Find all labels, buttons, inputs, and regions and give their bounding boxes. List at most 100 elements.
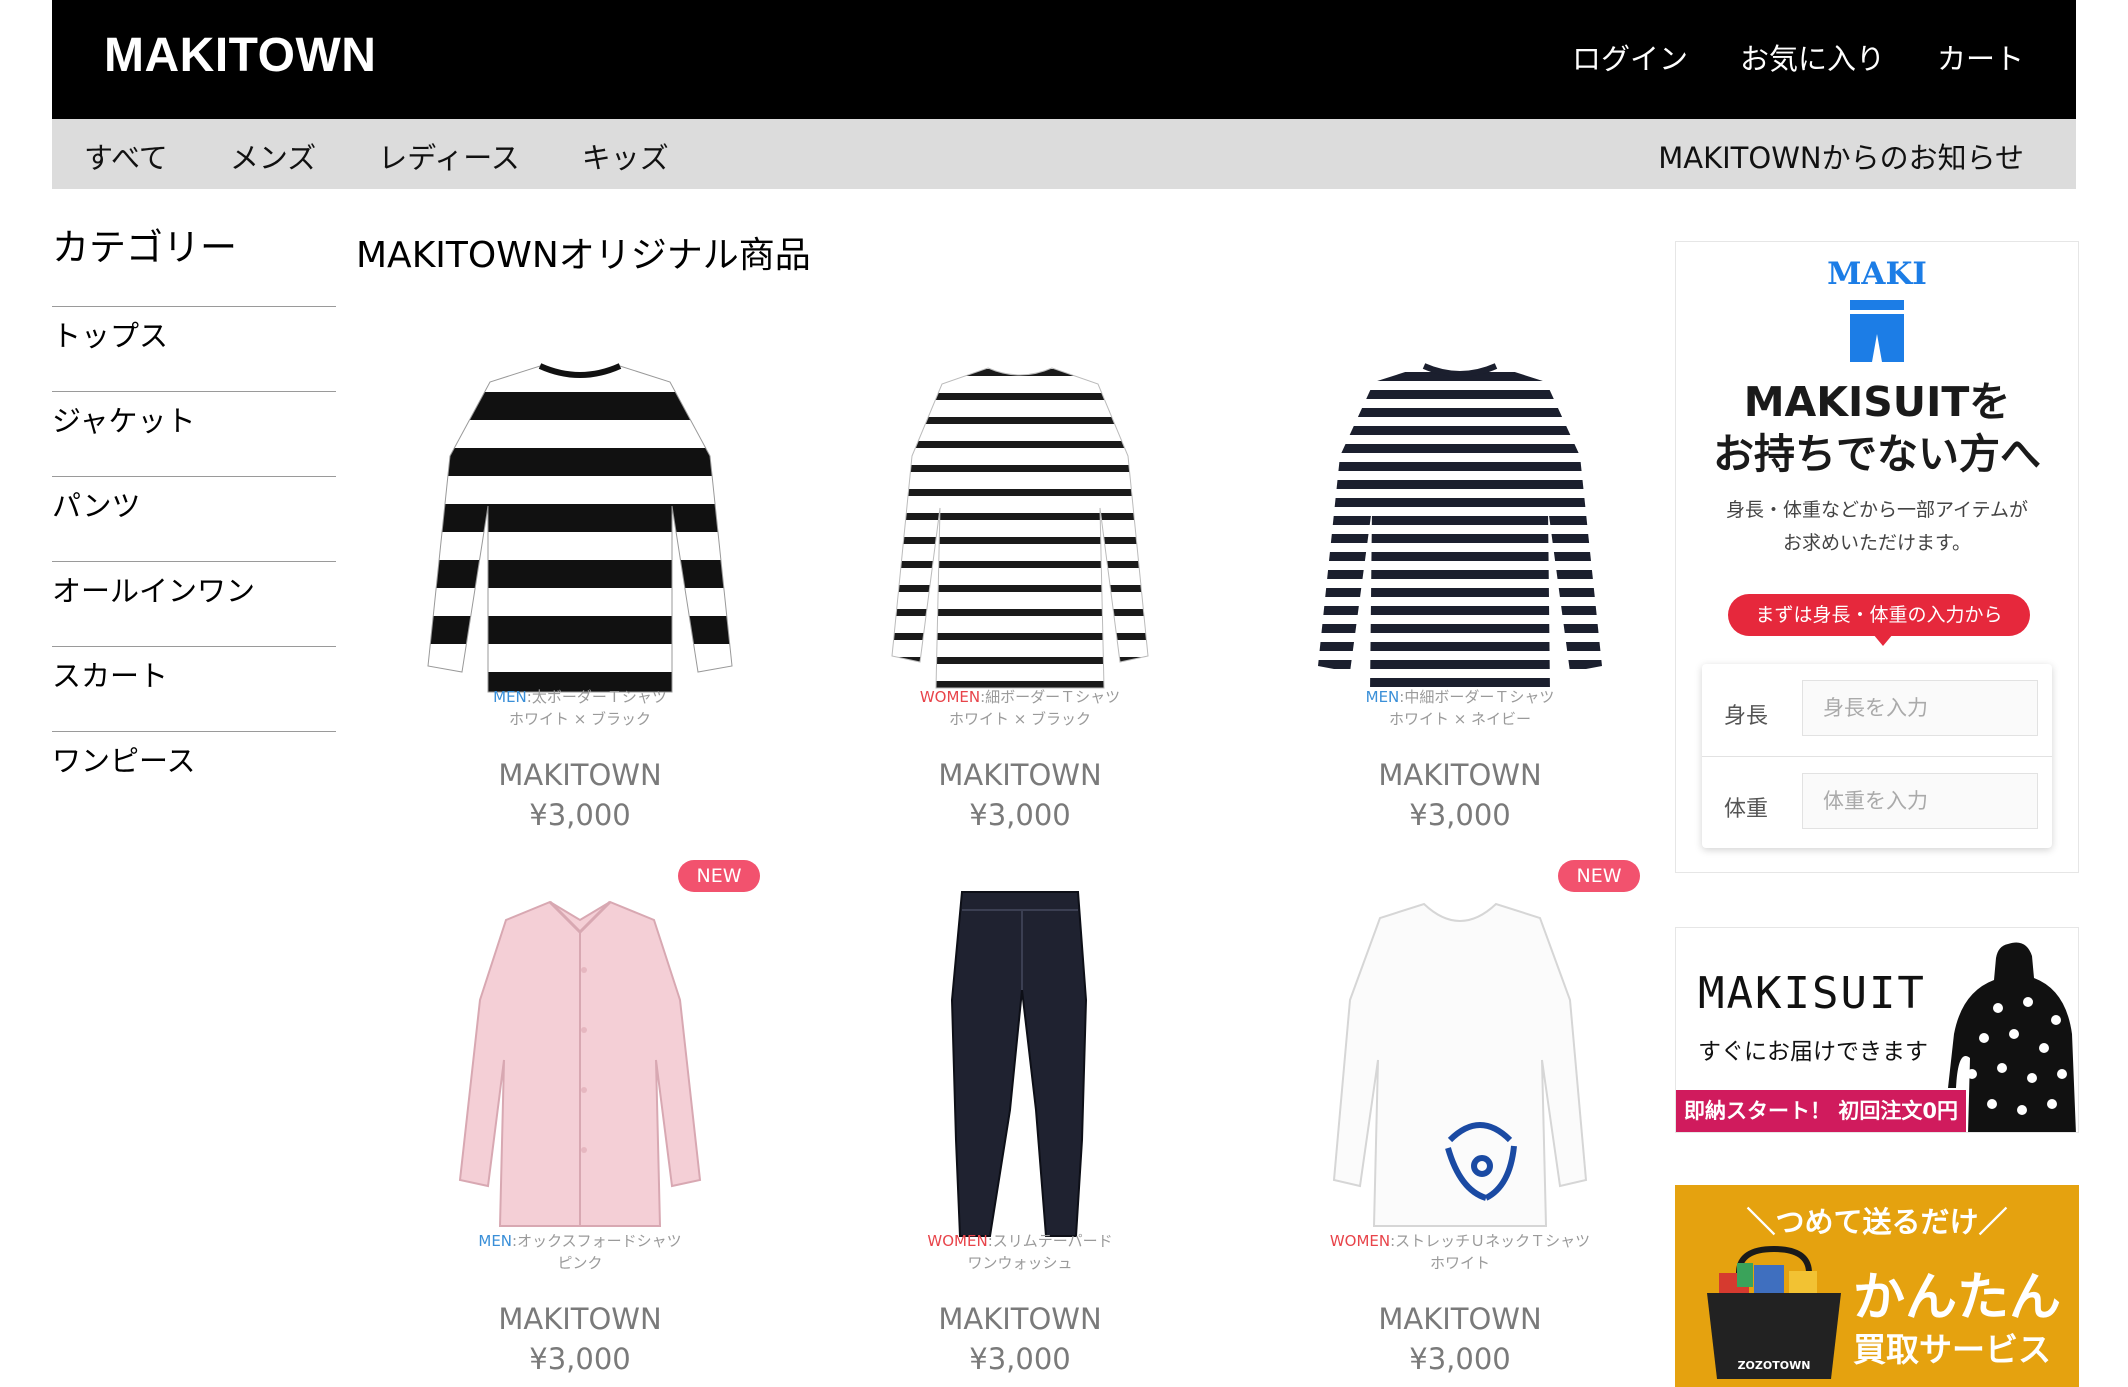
- product-image-medium-border-tee[interactable]: [1290, 336, 1630, 700]
- promo-band: 即納スタート！ 初回注文0円: [1676, 1090, 1966, 1132]
- cart-link[interactable]: カート: [1937, 36, 2024, 78]
- makisuit-sizing-banner[interactable]: MAKI MAKISUITを お持ちでない方へ 身長・体重などから一部アイテムが…: [1675, 241, 2079, 873]
- height-label: 身長: [1724, 704, 1769, 729]
- product-price: ¥3,000: [529, 1342, 631, 1376]
- product-name: :スリムテーパード: [987, 1232, 1113, 1250]
- product-brand: MAKITOWN: [498, 1302, 662, 1336]
- product-brand: MAKITOWN: [938, 758, 1102, 792]
- product-color: ホワイト × ネイビー: [1388, 710, 1532, 728]
- product-brand: MAKITOWN: [938, 1302, 1102, 1336]
- dotted-suit-model-image: [1948, 942, 2076, 1132]
- page-title: MAKITOWNオリジナル商品: [356, 235, 811, 276]
- product-brand: MAKITOWN: [1378, 758, 1542, 792]
- sidebar-title: カテゴリー: [52, 226, 237, 269]
- product-name: :ストレッチＵネックＴシャツ: [1390, 1232, 1591, 1250]
- product-caption: MEN:太ボーダーＴシャツ ホワイト × ブラック: [360, 686, 800, 730]
- product-name: :太ボーダーＴシャツ: [526, 688, 667, 706]
- product-card[interactable]: WOMEN:スリムテーパード ワンウォッシュ MAKITOWN ¥3,000: [800, 862, 1240, 1384]
- gender-label: WOMEN: [927, 1232, 988, 1250]
- banner-title-line1: MAKISUITを: [1743, 378, 2011, 426]
- product-brand: MAKITOWN: [498, 758, 662, 792]
- product-price: ¥3,000: [969, 798, 1071, 832]
- product-card[interactable]: WOMEN:細ボーダーＴシャツ ホワイト × ブラック MAKITOWN ¥3,…: [800, 318, 1240, 862]
- banner-description: 身長・体重などから一部アイテムが お求めいただけます。: [1676, 494, 2078, 560]
- banner-desc-line1: 身長・体重などから一部アイテムが: [1725, 499, 2029, 521]
- category-item-allinone[interactable]: オールインワン: [52, 561, 336, 646]
- product-grid: MEN:太ボーダーＴシャツ ホワイト × ブラック MAKITOWN ¥3,00…: [360, 318, 1680, 1384]
- product-card[interactable]: MEN:中細ボーダーＴシャツ ホワイト × ネイビー MAKITOWN ¥3,0…: [1240, 318, 1680, 862]
- product-name: :中細ボーダーＴシャツ: [1399, 688, 1555, 706]
- login-link[interactable]: ログイン: [1572, 36, 1688, 78]
- product-name: :細ボーダーＴシャツ: [980, 688, 1121, 706]
- product-color: ワンウォッシュ: [967, 1254, 1073, 1272]
- makisuit-logo: MAKISUIT: [1698, 968, 1926, 1019]
- weight-row: 体重 体重を入力: [1702, 756, 2052, 847]
- category-nav: すべて メンズ レディース キッズ MAKITOWNからのお知らせ: [52, 119, 2076, 189]
- bag-label: ZOZOTOWN: [1738, 1359, 1811, 1372]
- category-item-tops[interactable]: トップス: [52, 306, 336, 391]
- product-color: ホワイト × ブラック: [948, 710, 1092, 728]
- height-row: 身長 身長を入力: [1702, 664, 2052, 754]
- buyback-headline: ＼つめて送るだけ／: [1746, 1205, 2008, 1239]
- buyback-main-text: かんたん: [1853, 1268, 2062, 1328]
- product-caption: MEN:中細ボーダーＴシャツ ホワイト × ネイビー: [1240, 686, 1680, 730]
- product-caption: MEN:オックスフォードシャツ ピンク: [360, 1230, 800, 1274]
- nav-all[interactable]: すべて: [84, 135, 168, 177]
- product-color: ホワイト × ブラック: [508, 710, 652, 728]
- site-logo[interactable]: MAKITOWN: [104, 28, 376, 83]
- product-card[interactable]: NEW WOMEN:ストレッチＵネックＴシャツ ホワイト MAKITOWN ¥3…: [1240, 860, 1680, 1384]
- product-color: ピンク: [557, 1254, 603, 1272]
- weight-label: 体重: [1724, 797, 1769, 822]
- site-header: MAKITOWN ログイン お気に入り カート: [52, 0, 2076, 119]
- product-image-stretch-uneck-tee[interactable]: [1290, 880, 1630, 1244]
- product-price: ¥3,000: [1409, 798, 1511, 832]
- product-name: :オックスフォードシャツ: [512, 1232, 682, 1250]
- gender-label: WOMEN: [919, 688, 981, 706]
- product-caption: WOMEN:スリムテーパード ワンウォッシュ: [800, 1230, 1240, 1274]
- product-image-wide-border-tee[interactable]: [410, 336, 750, 700]
- product-caption: WOMEN:細ボーダーＴシャツ ホワイト × ブラック: [800, 686, 1240, 730]
- gender-tabs: すべて メンズ レディース キッズ: [84, 135, 669, 177]
- nav-ladies[interactable]: レディース: [378, 135, 520, 177]
- product-color: ホワイト: [1429, 1254, 1490, 1272]
- product-price: ¥3,000: [1409, 1342, 1511, 1376]
- banner-desc-line2: お求めいただけます。: [1782, 532, 1972, 554]
- banner-title: MAKISUITを お持ちでない方へ: [1676, 376, 2078, 480]
- size-input-form: 身長 身長を入力 体重 体重を入力: [1702, 664, 2052, 848]
- makisuit-shorts-icon: [1850, 300, 1904, 362]
- nav-news[interactable]: MAKITOWNからのお知らせ: [1658, 135, 2024, 177]
- product-image-slim-tapered-jeans[interactable]: [850, 880, 1190, 1244]
- shopping-bag-icon: ZOZOTOWN: [1707, 1245, 1841, 1379]
- height-input[interactable]: 身長を入力: [1802, 680, 2038, 736]
- weight-input[interactable]: 体重を入力: [1802, 773, 2038, 829]
- favorites-link[interactable]: お気に入り: [1740, 36, 1885, 78]
- product-brand: MAKITOWN: [1378, 1302, 1542, 1336]
- banner-title-line2: お持ちでない方へ: [1713, 430, 2041, 478]
- product-image-oxford-shirt[interactable]: [410, 880, 750, 1244]
- gender-label: MEN: [1365, 688, 1400, 706]
- size-input-cta[interactable]: まずは身長・体重の入力から: [1728, 594, 2030, 646]
- delivery-subtitle: すぐにお届けできます: [1698, 1039, 1928, 1065]
- product-card[interactable]: MEN:太ボーダーＴシャツ ホワイト × ブラック MAKITOWN ¥3,00…: [360, 318, 800, 862]
- product-card[interactable]: NEW MEN:オックスフォードシャツ ピンク MAKITOWN ¥3,000: [360, 860, 800, 1384]
- product-caption: WOMEN:ストレッチＵネックＴシャツ ホワイト: [1240, 1230, 1680, 1274]
- buyback-service-banner[interactable]: ＼つめて送るだけ／ ZOZOTOWN かんたん 買取サービス: [1675, 1185, 2079, 1387]
- nav-kids[interactable]: キッズ: [582, 135, 669, 177]
- nav-mens[interactable]: メンズ: [230, 135, 316, 177]
- product-price: ¥3,000: [969, 1342, 1071, 1376]
- category-sidebar: カテゴリー トップス ジャケット パンツ オールインワン スカート ワンピース: [52, 218, 336, 816]
- makisuit-delivery-banner[interactable]: MAKISUIT すぐにお届けできます 即納スタート！ 初回注文0円: [1675, 927, 2079, 1133]
- gender-label: MEN: [478, 1232, 513, 1250]
- category-list: トップス ジャケット パンツ オールインワン スカート ワンピース: [52, 306, 336, 816]
- gender-label: MEN: [493, 688, 527, 706]
- category-item-skirts[interactable]: スカート: [52, 646, 336, 731]
- category-item-jackets[interactable]: ジャケット: [52, 391, 336, 476]
- gender-label: WOMEN: [1329, 1232, 1391, 1250]
- category-item-pants[interactable]: パンツ: [52, 476, 336, 561]
- product-image-thin-border-tee[interactable]: [850, 336, 1190, 700]
- header-nav: ログイン お気に入り カート: [1572, 36, 2024, 78]
- category-item-onepiece[interactable]: ワンピース: [52, 731, 336, 816]
- product-price: ¥3,000: [529, 798, 631, 832]
- buyback-sub-text: 買取サービス: [1853, 1330, 2051, 1369]
- maki-brand-logo: MAKI: [1827, 256, 1927, 292]
